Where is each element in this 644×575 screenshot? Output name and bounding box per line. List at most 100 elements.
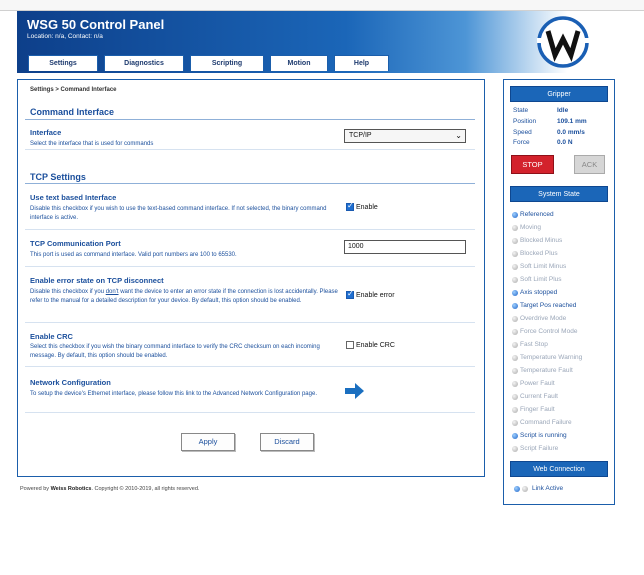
system-state-label: Blocked Minus <box>520 237 563 244</box>
ack-button[interactable]: ACK <box>574 155 605 174</box>
system-state-label: Soft Limit Minus <box>520 263 567 270</box>
system-state-label: Blocked Plus <box>520 250 558 257</box>
tab-help[interactable]: Help <box>334 55 389 71</box>
status-off-icon <box>522 485 528 492</box>
system-state-label: Power Fault <box>520 380 555 387</box>
error-state-description: Disable this checkbox if you don't want … <box>30 288 340 305</box>
speed-key: Speed <box>513 129 532 136</box>
system-state-header: System State <box>510 186 608 202</box>
position-value: 109.1 mm <box>557 118 587 125</box>
text-interface-label: Use text based Interface <box>30 193 117 202</box>
position-key: Position <box>513 118 537 125</box>
system-state-item: Referenced <box>512 211 554 218</box>
status-on-icon <box>512 211 518 218</box>
stop-button[interactable]: STOP <box>511 155 554 174</box>
footer-copyright: Powered by Weiss Robotics. Copyright © 2… <box>20 486 199 492</box>
interface-select[interactable]: TCP/IP ⌄ <box>344 129 466 143</box>
status-on-icon <box>512 432 518 439</box>
network-config-description: To setup the device's Ethernet interface… <box>30 391 317 397</box>
text-interface-checkbox-label: Enable <box>356 203 378 211</box>
status-off-icon <box>512 237 518 244</box>
system-state-item: Soft Limit Minus <box>512 263 566 270</box>
system-state-item: Script Failure <box>512 445 558 452</box>
crc-description: Select this checkbox if you wish the bin… <box>30 344 320 359</box>
weiss-logo-icon <box>537 16 589 68</box>
system-state-item: Current Fault <box>512 393 558 400</box>
row-divider <box>25 229 475 230</box>
row-divider <box>25 266 475 267</box>
system-state-label: Finger Fault <box>520 406 555 413</box>
system-state-item: Finger Fault <box>512 406 555 413</box>
status-on-icon <box>514 485 520 492</box>
status-off-icon <box>512 250 518 257</box>
crc-label: Enable CRC <box>30 332 73 341</box>
footer-prefix: Powered by <box>20 486 51 492</box>
breadcrumb: Settings > Command Interface <box>30 87 117 93</box>
error-state-label: Enable error state on TCP disconnect <box>30 276 164 285</box>
page-title: WSG 50 Control Panel <box>27 17 165 32</box>
crc-checkbox[interactable]: Enable CRC <box>346 341 395 349</box>
footer-company: Weiss Robotics <box>50 486 92 492</box>
system-state-item: Temperature Fault <box>512 367 573 374</box>
system-state-item: Fast Stop <box>512 341 548 348</box>
status-off-icon <box>512 315 518 322</box>
force-key: Force <box>513 139 530 146</box>
system-state-label: Force Control Mode <box>520 328 578 335</box>
system-state-label: Target Pos reached <box>520 302 577 309</box>
discard-button[interactable]: Discard <box>260 433 314 451</box>
status-off-icon <box>512 341 518 348</box>
arrow-right-icon[interactable] <box>345 383 365 399</box>
speed-value: 0.0 mm/s <box>557 129 585 136</box>
system-state-label: Script is running <box>520 432 567 439</box>
system-state-item: Force Control Mode <box>512 328 577 335</box>
error-state-checkbox[interactable]: Enable error <box>346 289 395 299</box>
link-active-status: Link Active <box>514 485 563 492</box>
apply-button[interactable]: Apply <box>181 433 235 451</box>
row-divider <box>25 412 475 413</box>
interface-select-value: TCP/IP <box>349 132 372 139</box>
error-desc-part1: Disable this checkbox if you <box>30 289 106 295</box>
system-state-label: Soft Limit Plus <box>520 276 562 283</box>
footer-suffix: . Copyright © 2010-2019, all rights rese… <box>91 486 200 492</box>
system-state-item: Temperature Warning <box>512 354 582 361</box>
text-interface-checkbox[interactable]: Enable <box>346 201 378 211</box>
tab-settings[interactable]: Settings <box>28 55 98 71</box>
status-on-icon <box>512 302 518 309</box>
checkbox-checked-icon[interactable] <box>346 289 354 299</box>
status-off-icon <box>512 224 518 231</box>
checkbox-checked-icon[interactable] <box>346 201 354 211</box>
system-state-label: Temperature Warning <box>520 354 583 361</box>
status-off-icon <box>512 393 518 400</box>
checkbox-unchecked-icon[interactable] <box>346 341 354 349</box>
system-state-label: Current Fault <box>520 393 558 400</box>
web-connection-header: Web Connection <box>510 461 608 477</box>
chevron-down-icon: ⌄ <box>455 131 462 140</box>
interface-description: Select the interface that is used for co… <box>30 141 154 147</box>
link-active-label: Link Active <box>532 485 564 492</box>
tab-scripting[interactable]: Scripting <box>190 55 264 71</box>
system-state-label: Overdrive Mode <box>520 315 567 322</box>
port-input[interactable]: 1000 <box>344 240 466 254</box>
error-desc-dont: don't <box>105 289 119 295</box>
status-sidebar: Gripper State Idle Position 109.1 mm Spe… <box>503 79 615 505</box>
tab-motion[interactable]: Motion <box>270 55 328 71</box>
section-title-tcp-settings: TCP Settings <box>30 172 86 182</box>
tab-diagnostics[interactable]: Diagnostics <box>104 55 184 71</box>
browser-top-strip <box>0 0 644 11</box>
system-state-item: Overdrive Mode <box>512 315 566 322</box>
status-off-icon <box>512 367 518 374</box>
text-interface-description: Disable this checkbox if you wish to use… <box>30 206 327 221</box>
status-off-icon <box>512 328 518 335</box>
error-state-checkbox-label: Enable error <box>356 291 395 299</box>
status-off-icon <box>512 380 518 387</box>
status-off-icon <box>512 445 518 452</box>
state-value: Idle <box>557 107 569 114</box>
row-divider <box>25 322 475 323</box>
system-state-label: Axis stopped <box>520 289 558 296</box>
system-state-label: Script Failure <box>520 445 559 452</box>
gripper-header: Gripper <box>510 86 608 102</box>
status-off-icon <box>512 406 518 413</box>
status-on-icon <box>512 289 518 296</box>
interface-label: Interface <box>30 128 62 137</box>
system-state-label: Fast Stop <box>520 341 548 348</box>
